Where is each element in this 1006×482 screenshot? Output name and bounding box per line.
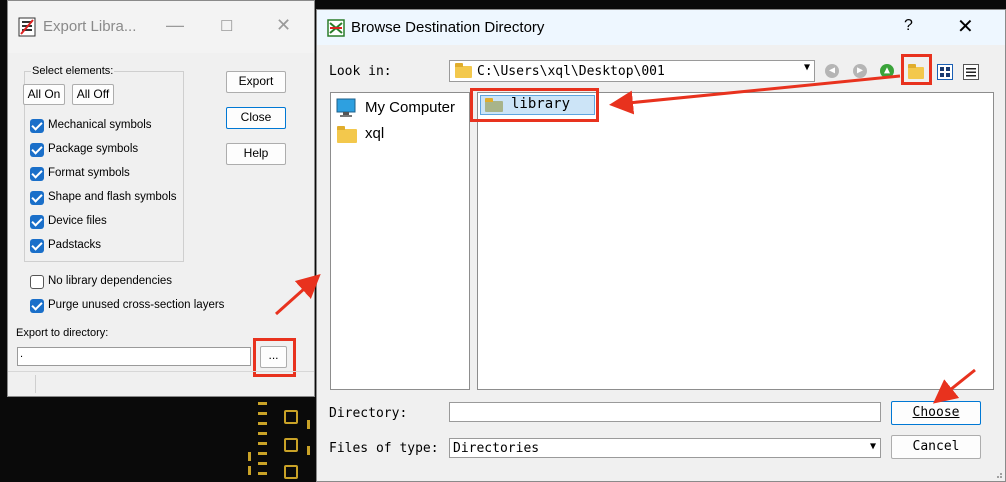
annotation-arrows [274, 74, 976, 404]
arrow-to-choose-button [932, 368, 976, 404]
arrow-to-browse-dialog [274, 273, 321, 316]
arrow-to-library-folder [609, 74, 901, 115]
